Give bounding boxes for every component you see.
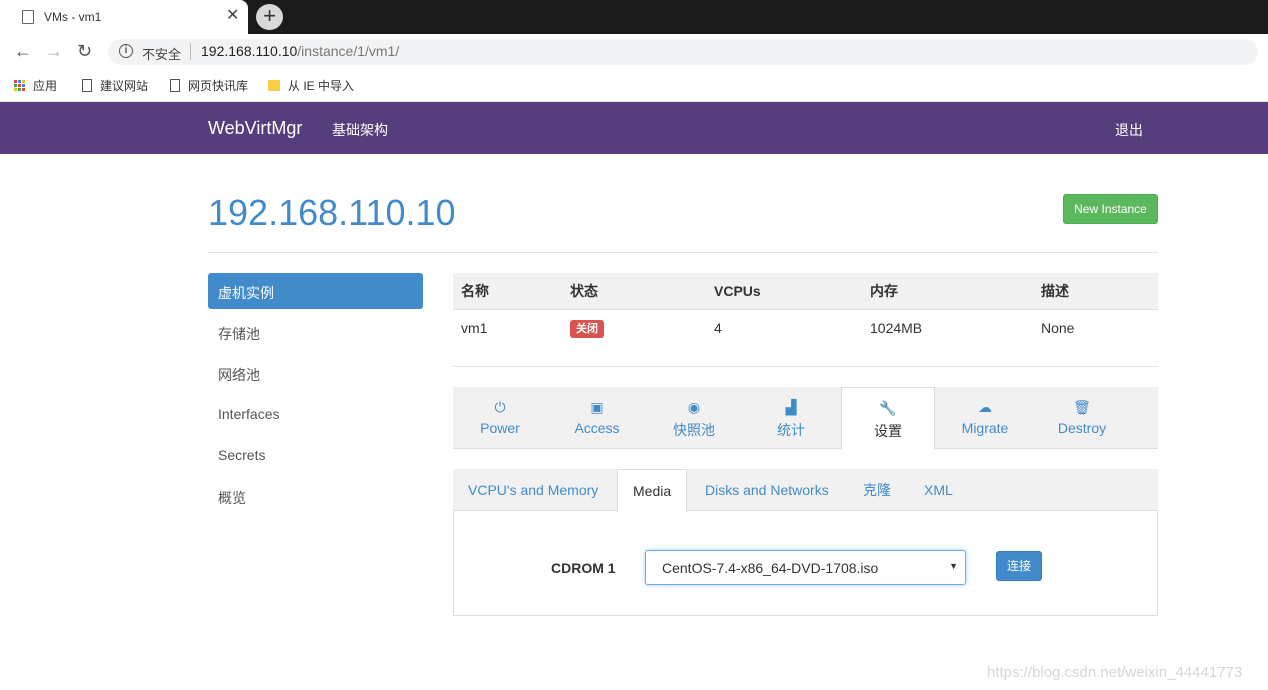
action-tabs: ⏻ Power ▣ Access ◉ 快照池 ▟ 统计 🔧 设置 ☁ Migra…: [453, 387, 1158, 450]
tab-label: 统计: [777, 422, 805, 438]
tab-label: Power: [480, 420, 520, 436]
bookmark-label: 应用: [33, 79, 58, 93]
close-icon[interactable]: ✕: [226, 7, 239, 25]
iso-select[interactable]: CentOS-7.4-x86_64-DVD-1708.iso ▼: [645, 550, 966, 585]
table-row: vm1 关闭 4 1024MB None: [453, 309, 1158, 347]
instance-name[interactable]: vm1: [453, 309, 562, 347]
connect-button[interactable]: 连接: [996, 551, 1042, 581]
divider: [453, 366, 1158, 367]
power-icon: ⏻: [494, 399, 506, 415]
tab-label: 设置: [874, 423, 902, 439]
tab-label: Migrate: [961, 420, 1009, 436]
stats-icon: ▟: [785, 399, 797, 415]
sidebar-item-secrets[interactable]: Secrets: [208, 436, 423, 477]
sidebar-item-instances[interactable]: 虚机实例: [208, 273, 423, 309]
tab-snapshots[interactable]: ◉ 快照池: [647, 387, 741, 449]
page-icon: [170, 79, 180, 92]
column-header: 内存: [862, 273, 1033, 310]
forward-icon[interactable]: →: [45, 41, 63, 61]
sidebar-item-interfaces[interactable]: Interfaces: [208, 395, 423, 436]
tab-vcpu-memory[interactable]: VCPU's and Memory: [453, 469, 613, 511]
browser-tab-strip: VMs - vm1 ✕ +: [0, 0, 1268, 34]
page-title: 192.168.110.10: [208, 192, 456, 233]
tab-clone[interactable]: 克隆: [848, 469, 906, 511]
back-icon[interactable]: ←: [14, 41, 32, 61]
cloud-upload-icon: ☁: [978, 399, 992, 415]
sidebar-item-overview[interactable]: 概览: [208, 477, 423, 518]
tab-settings[interactable]: 🔧 设置: [841, 387, 935, 450]
instance-memory: 1024MB: [870, 320, 923, 337]
folder-icon: [268, 80, 280, 91]
bookmark-label: 网页快讯库: [188, 79, 249, 93]
settings-tabs: VCPU's and Memory Media Disks and Networ…: [453, 469, 1158, 512]
column-header: 状态: [562, 273, 706, 310]
apps-grid-icon: [14, 80, 25, 91]
bookmark-webslice[interactable]: 网页快讯库: [170, 77, 248, 94]
reload-icon[interactable]: ↻: [77, 41, 92, 61]
tab-label: 快照池: [673, 422, 715, 438]
browser-tab-title: VMs - vm1: [44, 10, 102, 24]
tab-disks-networks[interactable]: Disks and Networks: [690, 469, 844, 511]
info-icon[interactable]: i: [119, 44, 133, 58]
new-instance-button[interactable]: New Instance: [1063, 194, 1158, 224]
url-host: 192.168.110.10: [201, 43, 298, 59]
bookmark-label: 从 IE 中导入: [288, 79, 355, 93]
sidebar-item-storage[interactable]: 存储池: [208, 313, 423, 354]
logout-link[interactable]: 退出: [1115, 120, 1143, 140]
tab-xml[interactable]: XML: [909, 469, 968, 511]
iso-select-value: CentOS-7.4-x86_64-DVD-1708.iso: [662, 560, 879, 576]
tab-access[interactable]: ▣ Access: [550, 387, 644, 449]
security-label: 不安全: [142, 47, 182, 62]
bookmarks-bar: 应用 建议网站 网页快讯库 从 IE 中导入: [0, 70, 1268, 102]
bookmark-apps[interactable]: 应用: [14, 77, 57, 94]
bookmark-suggested[interactable]: 建议网站: [82, 77, 148, 94]
url-text: 192.168.110.10/instance/1/vm1/: [201, 43, 399, 59]
url-input[interactable]: i 不安全 192.168.110.10/instance/1/vm1/: [108, 39, 1258, 65]
status-badge: 关闭: [570, 319, 604, 338]
brand-link[interactable]: WebVirtMgr: [208, 118, 302, 139]
tab-migrate[interactable]: ☁ Migrate: [938, 387, 1032, 449]
tab-stats[interactable]: ▟ 统计: [744, 387, 838, 449]
column-header: 名称: [453, 273, 562, 310]
watermark: https://blog.csdn.net/weixin_44441773: [987, 664, 1243, 681]
sidebar-item-networks[interactable]: 网络池: [208, 354, 423, 395]
instance-vcpus: 4: [714, 320, 722, 337]
tab-media[interactable]: Media: [617, 469, 688, 512]
trash-icon: 🗑: [1073, 399, 1091, 415]
tab-power[interactable]: ⏻ Power: [453, 387, 547, 449]
bookmark-label: 建议网站: [100, 79, 149, 93]
tab-destroy[interactable]: 🗑 Destroy: [1035, 387, 1129, 449]
wrench-icon: 🔧: [879, 400, 897, 416]
nav-infrastructure[interactable]: 基础架构: [332, 120, 388, 140]
briefcase-icon: ▣: [590, 399, 604, 415]
divider: [208, 252, 1158, 253]
cdrom-label: CDROM 1: [551, 560, 616, 576]
browser-tab[interactable]: VMs - vm1 ✕: [0, 0, 248, 34]
tab-label: Destroy: [1057, 420, 1107, 436]
address-bar: ← → ↻ i 不安全 192.168.110.10/instance/1/vm…: [0, 34, 1268, 70]
instance-description: None: [1041, 320, 1075, 337]
tab-label: Access: [574, 420, 620, 436]
table-header-row: 名称 状态 VCPUs 内存 描述: [453, 273, 1158, 310]
column-header: VCPUs: [706, 273, 862, 310]
url-path: /instance/1/vm1/: [297, 43, 400, 59]
caret-down-icon: ▼: [949, 561, 958, 571]
new-tab-button[interactable]: +: [256, 4, 283, 30]
sidebar: 虚机实例 存储池 网络池 Interfaces Secrets 概览: [208, 273, 423, 518]
page-icon: [22, 10, 34, 24]
camera-icon: ◉: [687, 399, 701, 415]
page-icon: [82, 79, 92, 92]
column-header: 描述: [1033, 273, 1158, 310]
bookmark-ie-import[interactable]: 从 IE 中导入: [268, 77, 354, 94]
app-navbar: WebVirtMgr 基础架构 退出: [0, 102, 1268, 154]
divider: [190, 43, 191, 60]
instance-status-cell: 关闭: [562, 309, 706, 347]
instance-table: 名称 状态 VCPUs 内存 描述 vm1 关闭 4 1024MB None: [453, 273, 1158, 347]
